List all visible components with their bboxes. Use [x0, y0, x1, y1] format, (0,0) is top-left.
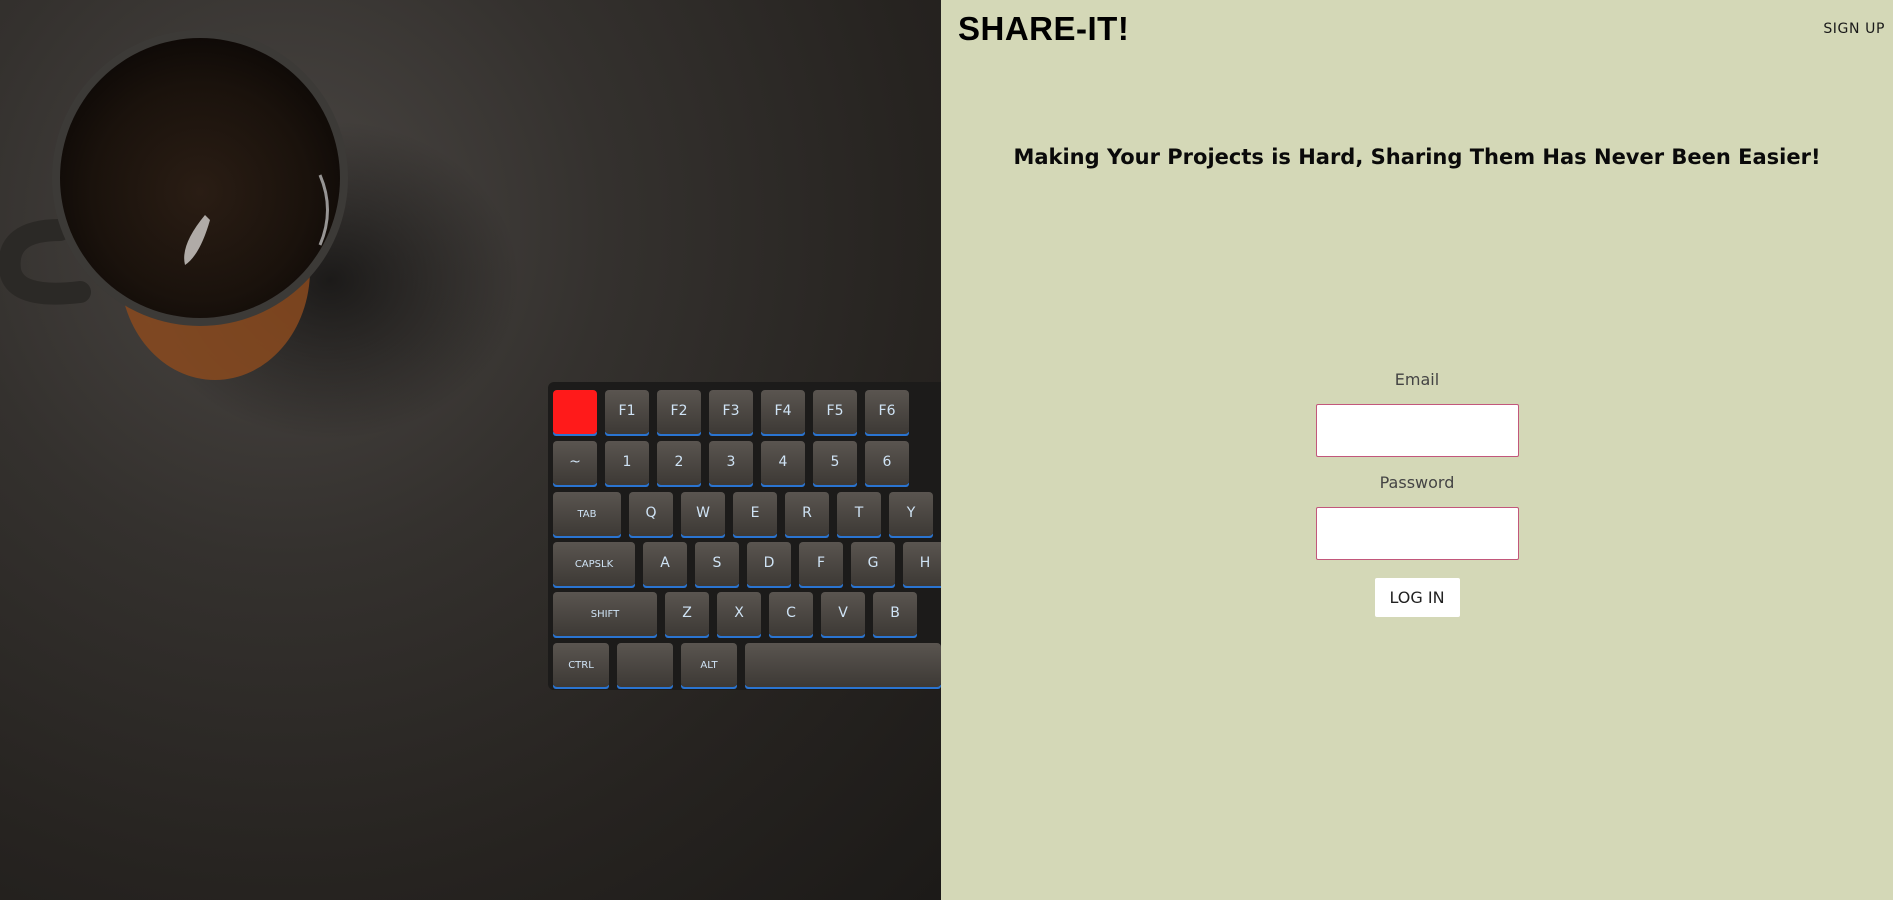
- key-label: E: [751, 505, 760, 521]
- key-label: D: [764, 555, 775, 571]
- login-page: F1 F2 F3 F4 F5 F6 ~1 2 3 4 5 6 TAB Q W E R T Y CAPSLK A S D F G H…: [0, 0, 1893, 900]
- key-label: F5: [827, 403, 844, 419]
- key-label: TAB: [576, 509, 596, 520]
- key-label: F3: [723, 403, 740, 419]
- tagline: Making Your Projects is Hard, Sharing Th…: [1013, 145, 1821, 169]
- key-label: R: [802, 505, 812, 521]
- keyboard: F1 F2 F3 F4 F5 F6 ~ 1 2 3 4 5 6 TAB Q W E R T Y CAPSLK A S D F G H…: [548, 382, 941, 690]
- login-button[interactable]: LOG IN: [1374, 578, 1460, 617]
- signup-link[interactable]: SIGN UP: [1823, 21, 1885, 37]
- key-label: ~: [569, 454, 581, 470]
- key-label: Q: [645, 505, 656, 521]
- key-label: 6: [883, 454, 892, 470]
- key-label: S: [713, 555, 722, 571]
- keyboard-key: [617, 643, 673, 687]
- login-panel: SHARE-IT! SIGN UP Making Your Projects i…: [941, 0, 1893, 900]
- brand-logo[interactable]: SHARE-IT!: [958, 10, 1129, 48]
- key-label: F4: [775, 403, 792, 419]
- key-label: X: [734, 605, 744, 621]
- key-label: CTRL: [568, 660, 594, 671]
- password-label: Password: [1379, 473, 1455, 492]
- key-label: W: [696, 505, 710, 521]
- key-label: 3: [727, 454, 736, 470]
- key-label: Z: [682, 605, 692, 621]
- coffee-keyboard-illustration: F1 F2 F3 F4 F5 F6 ~ 1 2 3 4 5 6 TAB Q W E R T Y CAPSLK A S D F G H…: [0, 30, 941, 690]
- key-label: 2: [675, 454, 684, 470]
- key-label: 1: [623, 454, 632, 470]
- key-label: B: [890, 605, 900, 621]
- keyboard-key: [745, 643, 941, 687]
- key-label: Y: [906, 505, 916, 521]
- key-label: ALT: [700, 660, 718, 671]
- email-field[interactable]: [1315, 404, 1519, 457]
- escape-key: [553, 390, 597, 434]
- key-label: T: [854, 505, 864, 521]
- coffee-surface: [60, 38, 340, 318]
- key-label: G: [868, 555, 879, 571]
- key-label: C: [786, 605, 796, 621]
- key-label: F6: [879, 403, 896, 419]
- hero-photo: F1 F2 F3 F4 F5 F6 ~1 2 3 4 5 6 TAB Q W E R T Y CAPSLK A S D F G H…: [0, 0, 941, 900]
- key-label: 4: [779, 454, 788, 470]
- key-label: CAPSLK: [575, 559, 614, 570]
- password-field[interactable]: [1315, 507, 1519, 560]
- key-label: F: [817, 555, 825, 571]
- key-label: F1: [619, 403, 636, 419]
- key-label: 5: [831, 454, 840, 470]
- key-label: F2: [671, 403, 688, 419]
- key-label: H: [920, 555, 931, 571]
- key-label: A: [660, 555, 670, 571]
- login-form: Email Password LOG IN: [941, 370, 1893, 617]
- email-label: Email: [1394, 370, 1440, 389]
- key-label: V: [838, 605, 848, 621]
- key-label: SHIFT: [591, 609, 620, 620]
